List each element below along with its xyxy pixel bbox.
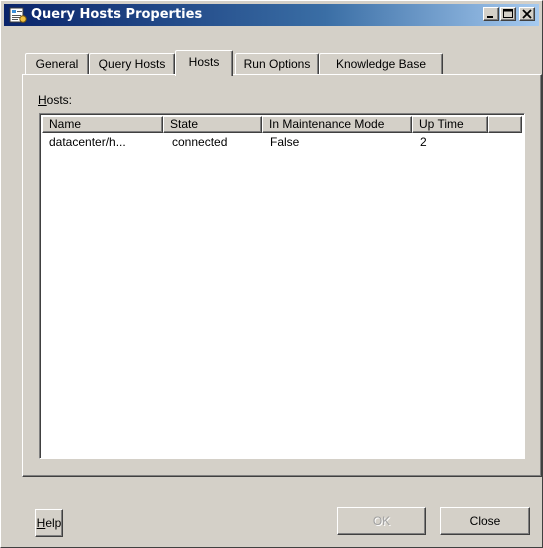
tab-run-options[interactable]: Run Options: [235, 53, 319, 75]
tab-query-hosts-label: Query Hosts: [98, 57, 166, 71]
help-button-label: elp: [45, 516, 62, 530]
column-header-state[interactable]: State: [163, 116, 262, 133]
dialog-window: Query Hosts Properties General Query Hos…: [0, 0, 543, 548]
minimize-button[interactable]: [483, 7, 499, 21]
ok-button[interactable]: OK: [337, 507, 426, 535]
window-title: Query Hosts Properties: [31, 7, 203, 22]
close-icon: [522, 9, 532, 19]
column-header-name-label: Name: [49, 117, 82, 131]
cell-state: connected: [172, 135, 228, 149]
hosts-tab-panel: Hosts: Name State In Maintenance Mode Up…: [22, 74, 542, 477]
list-header: Name State In Maintenance Mode Up Time: [42, 116, 522, 133]
tab-run-options-label: Run Options: [243, 57, 311, 71]
tab-knowledge-base[interactable]: Knowledge Base: [319, 53, 443, 75]
tab-hosts[interactable]: Hosts: [175, 50, 233, 76]
properties-icon: [9, 6, 27, 24]
cell-up-time: 2: [420, 135, 427, 149]
close-button-label: Close: [469, 514, 501, 528]
tab-query-hosts[interactable]: Query Hosts: [89, 53, 175, 75]
column-header-maintenance-mode[interactable]: In Maintenance Mode: [262, 116, 412, 133]
column-header-filler: [488, 116, 522, 133]
column-header-up-time[interactable]: Up Time: [412, 116, 488, 133]
tab-hosts-label: Hosts: [188, 55, 220, 69]
help-button[interactable]: Help: [35, 509, 63, 537]
ok-button-label: OK: [372, 514, 391, 528]
close-window-button[interactable]: [519, 7, 535, 21]
tab-general[interactable]: General: [25, 53, 89, 75]
hosts-list[interactable]: Name State In Maintenance Mode Up Time d…: [39, 113, 525, 459]
cell-name: datacenter/h...: [49, 135, 126, 149]
minimize-icon: [487, 16, 493, 18]
tab-general-label: General: [35, 57, 79, 71]
cell-maintenance-mode: False: [270, 135, 300, 149]
maximize-button[interactable]: [500, 7, 516, 21]
close-button[interactable]: Close: [440, 507, 530, 535]
column-header-state-label: State: [170, 117, 199, 131]
column-header-up-time-label: Up Time: [419, 117, 464, 131]
title-bar[interactable]: Query Hosts Properties: [4, 4, 539, 26]
column-header-maintenance-mode-label: In Maintenance Mode: [269, 117, 385, 131]
maximize-icon: [503, 9, 513, 18]
table-row[interactable]: datacenter/h... connected False 2: [42, 133, 522, 150]
hosts-label-text: osts:: [46, 93, 73, 107]
hosts-label: Hosts:: [38, 93, 72, 107]
tab-knowledge-base-label: Knowledge Base: [335, 57, 427, 71]
column-header-name[interactable]: Name: [42, 116, 163, 133]
hosts-label-accelerator: H: [38, 93, 47, 107]
